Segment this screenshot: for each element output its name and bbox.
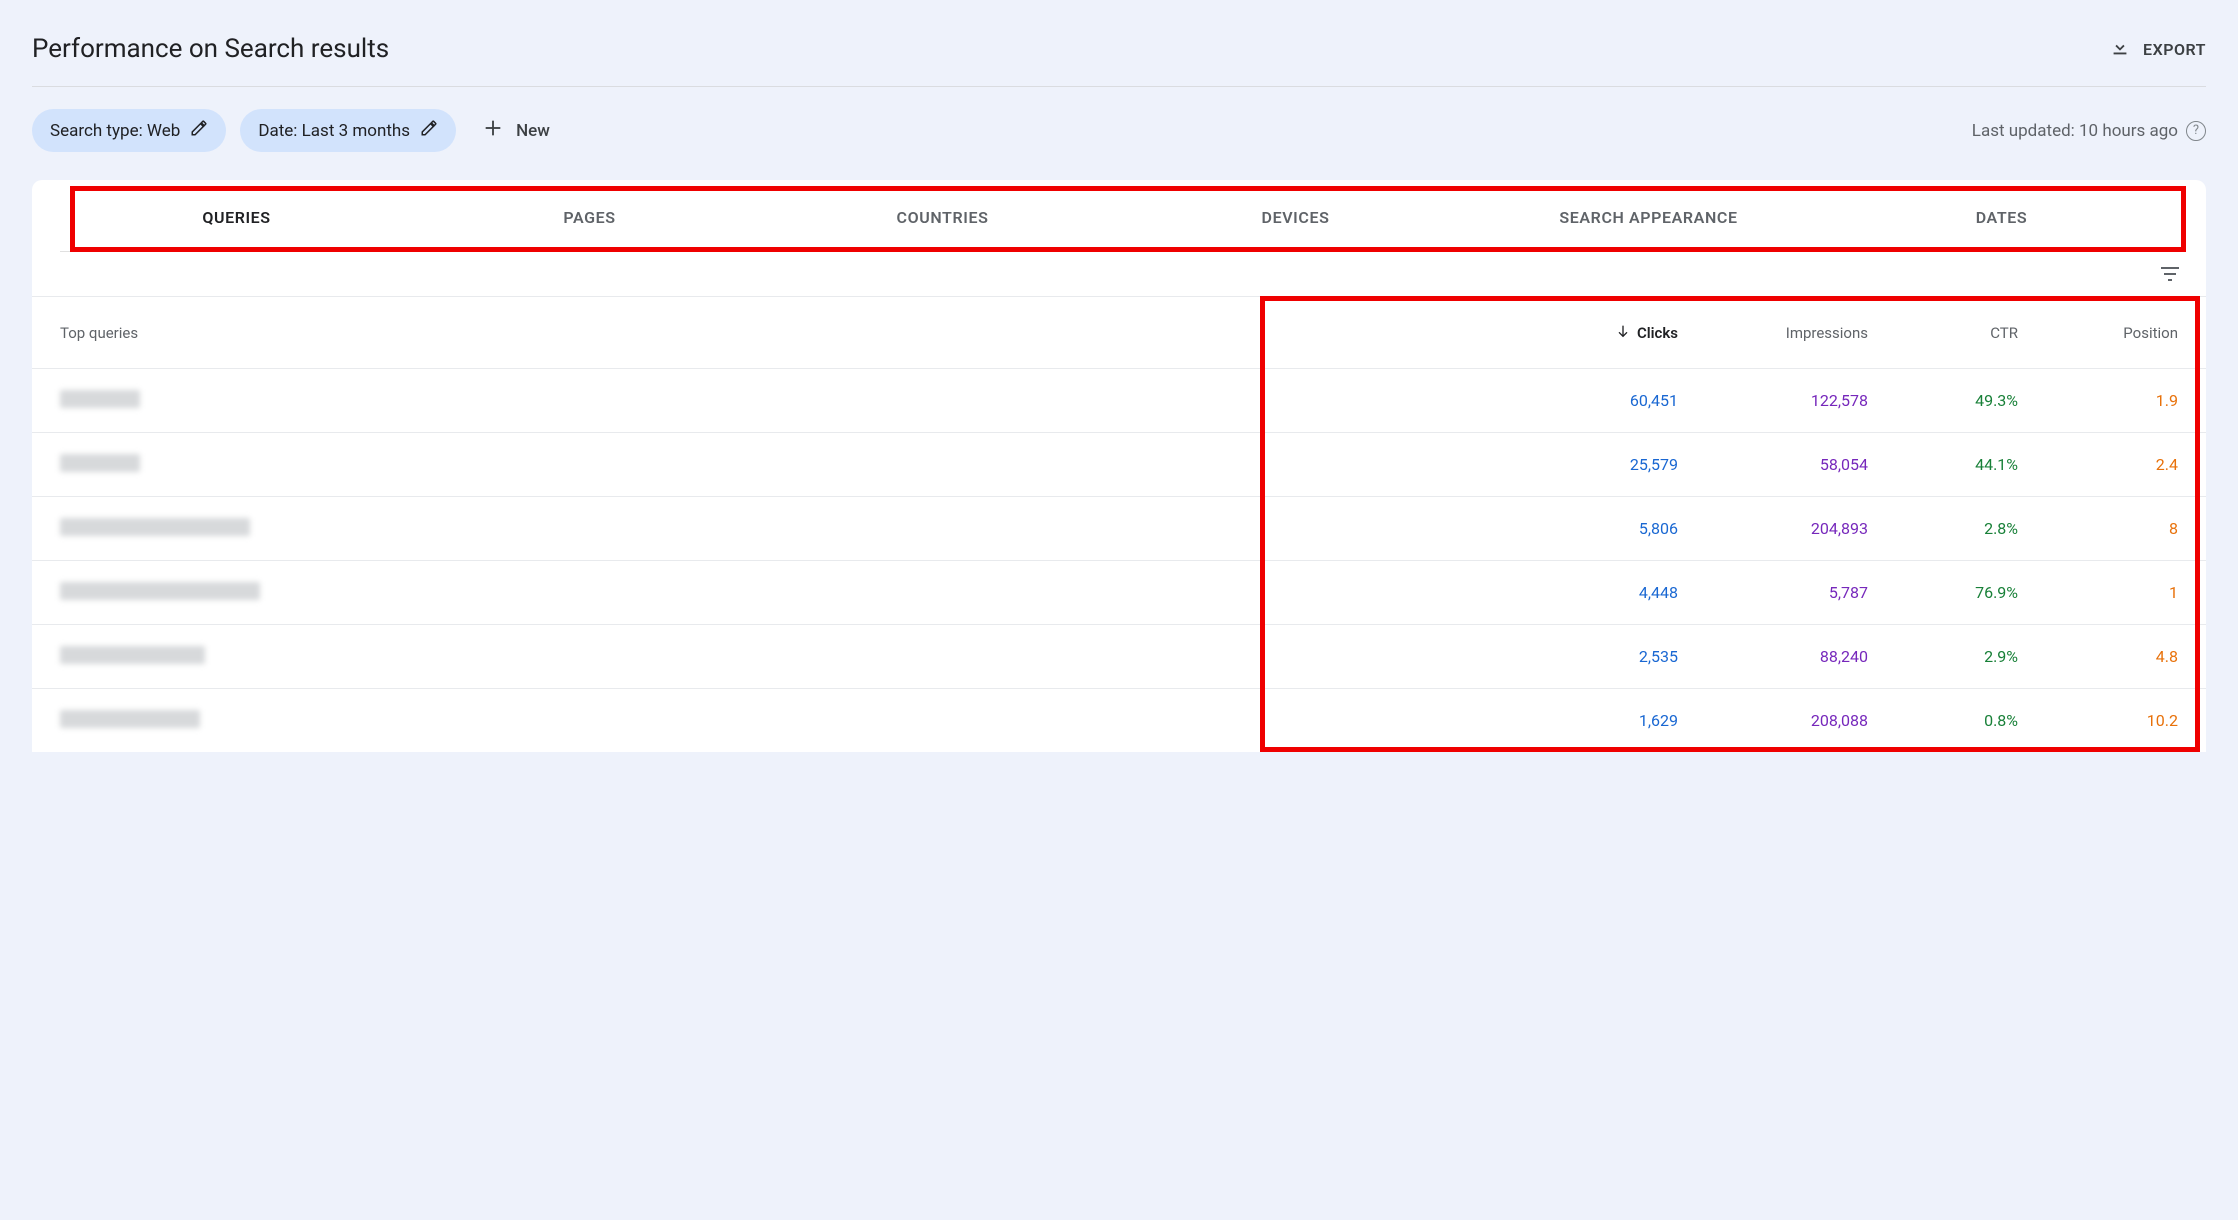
table-row[interactable]: 4,4485,78776.9%1 — [32, 560, 2206, 624]
col-header-ctr[interactable]: CTR — [1868, 324, 2018, 342]
filter-chip-search-type[interactable]: Search type: Web — [32, 109, 226, 152]
arrow-down-icon — [1615, 323, 1631, 343]
ctr-cell: 2.8% — [1868, 519, 2018, 538]
pencil-icon — [420, 119, 438, 142]
impressions-cell: 88,240 — [1678, 647, 1868, 666]
tab-dates[interactable]: DATES — [1825, 180, 2178, 251]
dimension-tabs: QUERIES PAGES COUNTRIES DEVICES SEARCH A… — [60, 180, 2178, 252]
query-cell — [60, 454, 1528, 476]
col-header-query[interactable]: Top queries — [60, 324, 1528, 342]
table-row[interactable]: 5,806204,8932.8%8 — [32, 496, 2206, 560]
filter-chip-date[interactable]: Date: Last 3 months — [240, 109, 456, 152]
chip-label: Search type: Web — [50, 121, 180, 141]
chip-label: Date: Last 3 months — [258, 121, 410, 141]
tab-pages[interactable]: PAGES — [413, 180, 766, 251]
table-row[interactable]: 2,53588,2402.9%4.8 — [32, 624, 2206, 688]
last-updated-text: Last updated: 10 hours ago — [1972, 121, 2178, 141]
col-header-impressions[interactable]: Impressions — [1678, 324, 1868, 342]
tab-devices[interactable]: DEVICES — [1119, 180, 1472, 251]
impressions-cell: 122,578 — [1678, 391, 1868, 410]
download-icon — [2109, 36, 2131, 62]
ctr-cell: 2.9% — [1868, 647, 2018, 666]
redacted-text — [60, 582, 260, 600]
table-row[interactable]: 25,57958,05444.1%2.4 — [32, 432, 2206, 496]
export-label: EXPORT — [2143, 40, 2206, 59]
clicks-cell: 60,451 — [1528, 391, 1678, 410]
help-icon[interactable]: ? — [2186, 121, 2206, 141]
ctr-cell: 0.8% — [1868, 711, 2018, 730]
position-cell: 1.9 — [2018, 391, 2178, 410]
position-cell: 1 — [2018, 583, 2178, 602]
pencil-icon — [190, 119, 208, 142]
tab-queries[interactable]: QUERIES — [60, 180, 413, 251]
col-header-clicks[interactable]: Clicks — [1528, 323, 1678, 343]
redacted-text — [60, 390, 140, 408]
last-updated: Last updated: 10 hours ago ? — [1972, 121, 2206, 141]
tab-search-appearance[interactable]: SEARCH APPEARANCE — [1472, 180, 1825, 251]
new-label: New — [516, 121, 550, 141]
query-cell — [60, 582, 1528, 604]
redacted-text — [60, 710, 200, 728]
page-header: Performance on Search results EXPORT — [32, 20, 2206, 87]
ctr-cell: 76.9% — [1868, 583, 2018, 602]
position-cell: 8 — [2018, 519, 2178, 538]
clicks-cell: 4,448 — [1528, 583, 1678, 602]
ctr-cell: 49.3% — [1868, 391, 2018, 410]
redacted-text — [60, 454, 140, 472]
clicks-cell: 5,806 — [1528, 519, 1678, 538]
table-row[interactable]: 1,629208,0880.8%10.2 — [32, 688, 2206, 752]
results-card: QUERIES PAGES COUNTRIES DEVICES SEARCH A… — [32, 180, 2206, 752]
query-cell — [60, 646, 1528, 668]
page-title: Performance on Search results — [32, 34, 389, 64]
clicks-cell: 1,629 — [1528, 711, 1678, 730]
impressions-cell: 5,787 — [1678, 583, 1868, 602]
table-row[interactable]: 60,451122,57849.3%1.9 — [32, 368, 2206, 432]
impressions-cell: 204,893 — [1678, 519, 1868, 538]
add-filter-button[interactable]: New — [470, 109, 562, 152]
impressions-cell: 208,088 — [1678, 711, 1868, 730]
redacted-text — [60, 518, 250, 536]
export-button[interactable]: EXPORT — [2109, 36, 2206, 62]
impressions-cell: 58,054 — [1678, 455, 1868, 474]
clicks-cell: 2,535 — [1528, 647, 1678, 666]
filter-icon[interactable] — [2158, 262, 2182, 290]
clicks-cell: 25,579 — [1528, 455, 1678, 474]
filters-row: Search type: Web Date: Last 3 months New… — [32, 87, 2206, 180]
position-cell: 4.8 — [2018, 647, 2178, 666]
queries-table: Top queries Clicks Impressions CTR Posit… — [32, 296, 2206, 752]
plus-icon — [482, 117, 504, 144]
col-header-position[interactable]: Position — [2018, 324, 2178, 342]
redacted-text — [60, 646, 205, 664]
table-header: Top queries Clicks Impressions CTR Posit… — [32, 296, 2206, 368]
query-cell — [60, 710, 1528, 732]
position-cell: 2.4 — [2018, 455, 2178, 474]
tab-countries[interactable]: COUNTRIES — [766, 180, 1119, 251]
query-cell — [60, 518, 1528, 540]
query-cell — [60, 390, 1528, 412]
ctr-cell: 44.1% — [1868, 455, 2018, 474]
position-cell: 10.2 — [2018, 711, 2178, 730]
